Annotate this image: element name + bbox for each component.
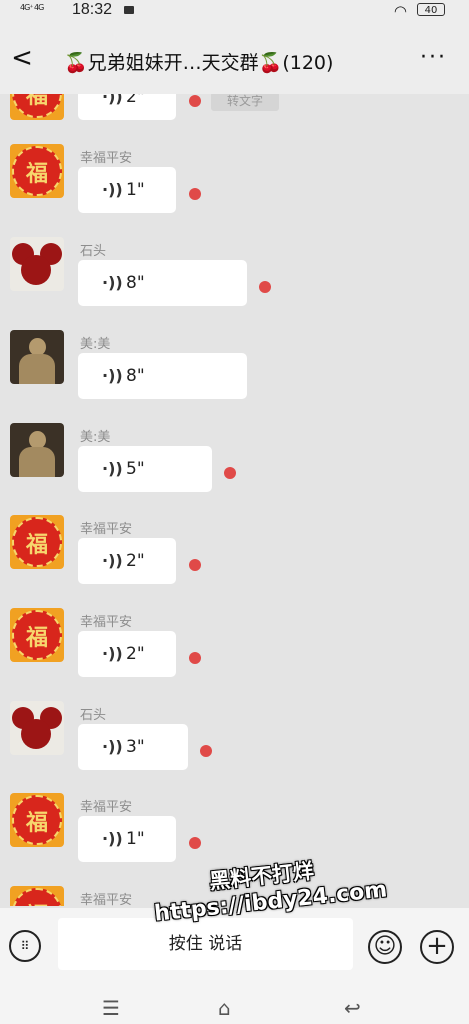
unread-dot xyxy=(189,837,201,849)
voice-icon: ·)) xyxy=(102,829,123,848)
sender-name: 石头 xyxy=(80,244,107,259)
voice-icon: ·)) xyxy=(102,737,123,756)
voice-duration: 1" xyxy=(126,180,145,200)
unread-dot xyxy=(189,559,201,571)
voice-icon: ·)) xyxy=(102,644,123,663)
voice-bubble[interactable]: ·)) 1" xyxy=(78,816,176,862)
sender-name: 美:美 xyxy=(80,337,111,352)
avatar[interactable]: 福 xyxy=(10,793,64,847)
avatar[interactable] xyxy=(10,330,64,384)
voice-duration: 5" xyxy=(126,459,145,479)
camera-notification-icon xyxy=(124,6,134,14)
status-time: 18:32 xyxy=(72,1,113,18)
signal-icon: 4G⁺ 4G xyxy=(20,3,44,12)
voice-duration: 2" xyxy=(126,94,145,107)
sender-name: 幸福平安 xyxy=(80,800,133,815)
voice-icon: ·)) xyxy=(102,459,123,478)
voice-bubble[interactable]: ·)) 5" xyxy=(78,446,212,492)
back-nav-icon[interactable]: ↩ xyxy=(344,996,361,1020)
system-nav-bar: ☰ ⌂ ↩ xyxy=(0,988,469,1024)
battery-indicator: 40 xyxy=(417,3,445,16)
unread-dot xyxy=(189,188,201,200)
unread-dot xyxy=(224,467,236,479)
voice-bubble[interactable]: ·)) 2" xyxy=(78,538,176,584)
unread-dot xyxy=(189,652,201,664)
voice-duration: 1" xyxy=(126,829,145,849)
back-button[interactable]: < xyxy=(10,44,34,72)
hold-to-talk-button[interactable]: 按住 说话 xyxy=(58,918,353,970)
voice-icon: ·)) xyxy=(102,551,123,570)
wifi-icon: ◠ xyxy=(393,2,407,20)
menu-icon[interactable]: ☰ xyxy=(102,996,120,1020)
sender-name: 美:美 xyxy=(80,430,111,445)
avatar[interactable]: 福 xyxy=(10,144,64,198)
voice-bubble[interactable]: ·)) 3" xyxy=(78,724,188,770)
input-bar: ⠿ 按住 说话 ☺ + xyxy=(0,908,469,988)
avatar[interactable] xyxy=(10,701,64,755)
group-title: 🍒兄弟姐妹开…天交群🍒(120) xyxy=(64,52,334,74)
sender-name: 幸福平安 xyxy=(80,151,133,166)
message-list[interactable]: 福 ·)) 2" 转文字 福 幸福平安 ·)) 1" 石头 ·)) 8" 美:美… xyxy=(0,94,469,906)
voice-icon: ·)) xyxy=(102,94,123,106)
unread-dot xyxy=(189,95,201,107)
voice-bubble[interactable]: ·)) 2" xyxy=(78,94,176,120)
voice-duration: 2" xyxy=(126,551,145,571)
unread-dot xyxy=(200,745,212,757)
avatar[interactable]: 福 xyxy=(10,515,64,569)
chat-header: < 🍒兄弟姐妹开…天交群🍒(120) ··· xyxy=(0,22,469,94)
sender-name: 幸福平安 xyxy=(80,893,133,906)
avatar[interactable]: 福 xyxy=(10,608,64,662)
plus-icon[interactable]: + xyxy=(420,930,454,964)
voice-bubble[interactable]: ·)) 8" xyxy=(78,260,247,306)
voice-duration: 8" xyxy=(126,366,145,386)
sender-name: 幸福平安 xyxy=(80,522,133,537)
voice-bubble[interactable]: ·)) 8" xyxy=(78,353,247,399)
voice-bubble[interactable]: ·)) 1" xyxy=(78,167,176,213)
sender-name: 石头 xyxy=(80,708,107,723)
unread-dot xyxy=(259,281,271,293)
transcribe-button[interactable]: 转文字 xyxy=(211,94,279,111)
voice-icon: ·)) xyxy=(102,366,123,385)
voice-bubble[interactable]: ·)) 2" xyxy=(78,631,176,677)
status-bar: 4G⁺ 4G 18:32 ◠ 40 xyxy=(0,0,469,22)
home-icon[interactable]: ⌂ xyxy=(218,996,231,1020)
emoji-icon[interactable]: ☺ xyxy=(368,930,402,964)
avatar[interactable] xyxy=(10,423,64,477)
voice-icon: ·)) xyxy=(102,180,123,199)
avatar[interactable]: 福 xyxy=(10,94,64,120)
keyboard-icon[interactable]: ⠿ xyxy=(9,930,41,962)
voice-duration: 8" xyxy=(126,273,145,293)
voice-duration: 3" xyxy=(126,737,145,757)
voice-duration: 2" xyxy=(126,644,145,664)
sender-name: 幸福平安 xyxy=(80,615,133,630)
avatar[interactable]: 福 xyxy=(10,886,64,906)
avatar[interactable] xyxy=(10,237,64,291)
voice-icon: ·)) xyxy=(102,273,123,292)
more-options-button[interactable]: ··· xyxy=(420,45,447,70)
